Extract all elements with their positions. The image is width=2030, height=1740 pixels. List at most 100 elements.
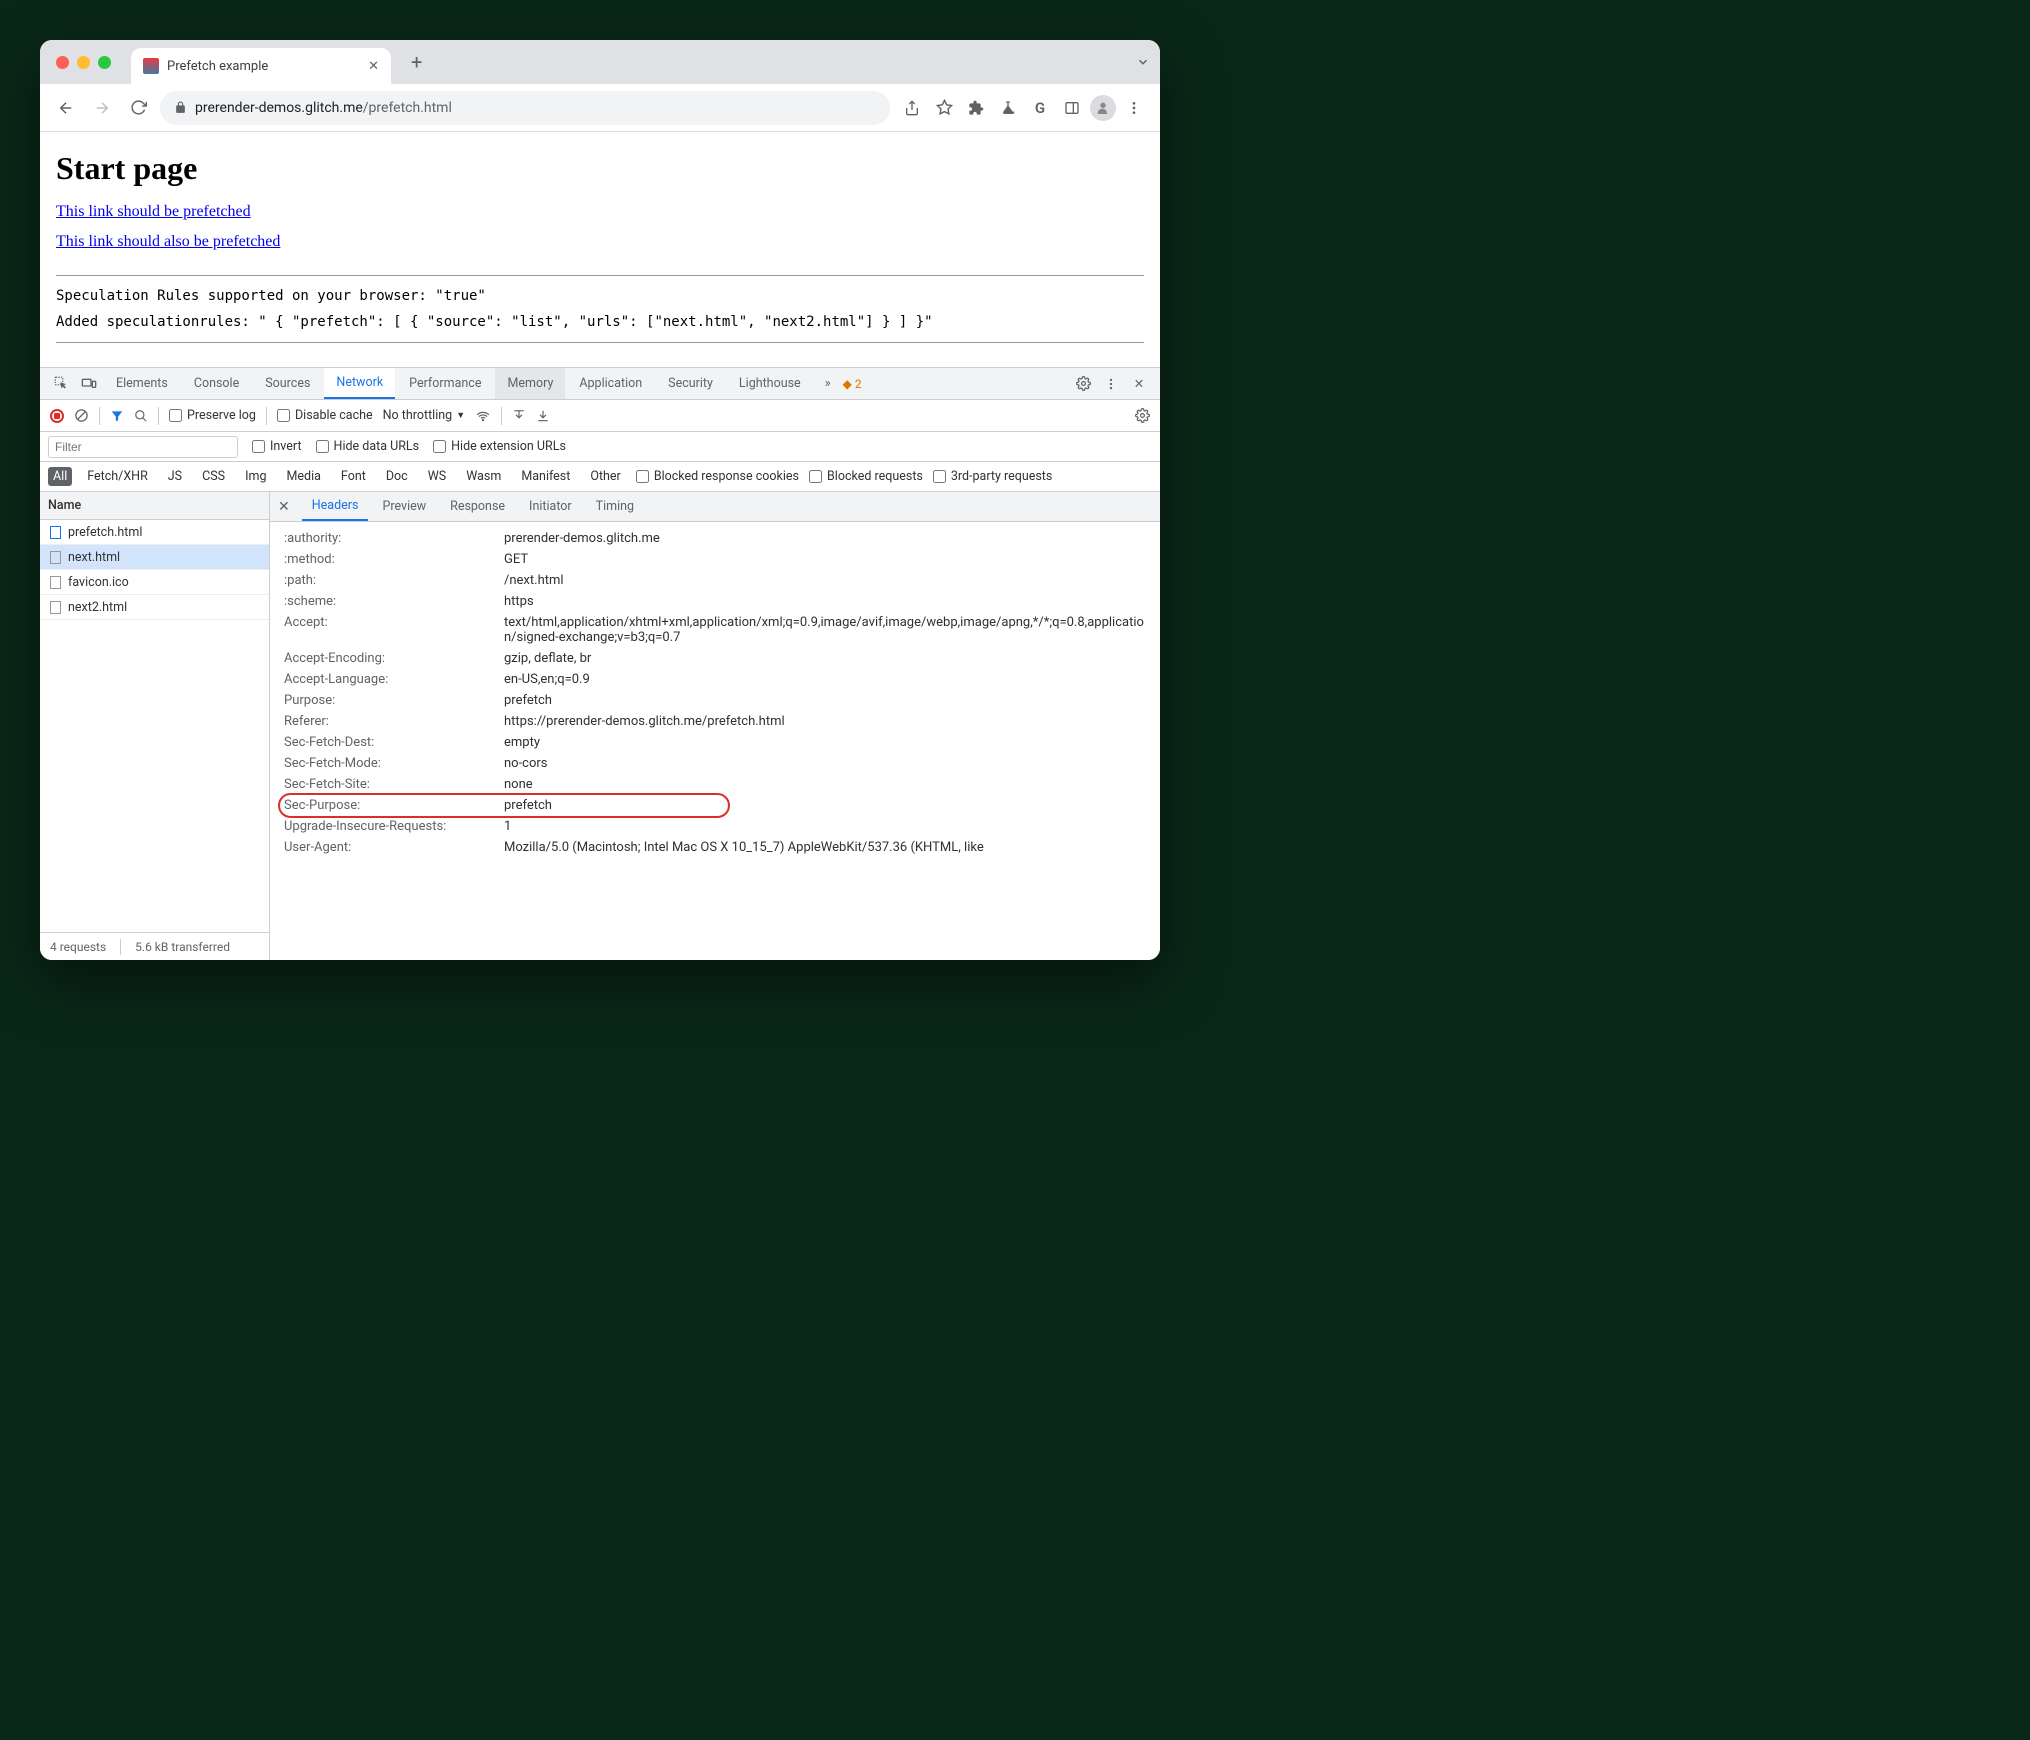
detail-tab-preview[interactable]: Preview [372,492,436,521]
prefetch-link-1[interactable]: This link should be prefetched [56,203,251,221]
type-filter-ws[interactable]: WS [423,467,452,486]
type-filter-other[interactable]: Other [585,467,625,486]
reload-button[interactable] [124,94,152,122]
panel-tab-elements[interactable]: Elements [104,368,180,399]
header-row: User-Agent:Mozilla/5.0 (Macintosh; Intel… [270,837,1160,858]
network-settings-icon[interactable] [1135,408,1150,423]
panel-tab-performance[interactable]: Performance [397,368,493,399]
close-tab-icon[interactable]: ✕ [368,59,379,74]
tabs-menu-button[interactable] [1136,55,1150,69]
blocked-cookies-checkbox[interactable]: Blocked response cookies [636,469,799,484]
header-key: Accept-Language: [284,672,504,687]
new-tab-button[interactable]: + [411,50,422,74]
detail-tab-headers[interactable]: Headers [302,492,369,521]
header-value: text/html,application/xhtml+xml,applicat… [504,615,1146,645]
request-row[interactable]: next2.html [40,595,269,620]
request-row[interactable]: next.html [40,545,269,570]
browser-toolbar: prerender-demos.glitch.me/prefetch.html … [40,84,1160,132]
forward-button[interactable] [88,94,116,122]
type-filter-js[interactable]: JS [163,467,187,486]
panel-tab-memory[interactable]: Memory [495,368,565,399]
type-filter-css[interactable]: CSS [197,467,230,486]
filter-input[interactable] [48,436,238,458]
network-conditions-icon[interactable] [475,409,491,423]
hide-data-urls-checkbox[interactable]: Hide data URLs [316,439,420,454]
minimize-window[interactable] [77,56,90,69]
type-filter-img[interactable]: Img [240,467,271,486]
panel-tab-network[interactable]: Network [324,368,395,399]
spec-support-text: Speculation Rules supported on your brow… [56,288,1144,304]
request-name: next2.html [68,600,127,615]
window-controls [56,56,111,69]
kebab-icon[interactable] [1098,377,1124,391]
inspect-icon[interactable] [48,376,74,391]
detail-tab-initiator[interactable]: Initiator [519,492,582,521]
close-devtools-icon[interactable]: ✕ [1126,376,1152,392]
header-row: :authority:prerender-demos.glitch.me [270,528,1160,549]
header-value: Mozilla/5.0 (Macintosh; Intel Mac OS X 1… [504,840,1146,855]
headers-list[interactable]: :authority:prerender-demos.glitch.me:met… [270,522,1160,960]
type-filter-wasm[interactable]: Wasm [461,467,506,486]
blocked-requests-checkbox[interactable]: Blocked requests [809,469,923,484]
type-filter-font[interactable]: Font [336,467,371,486]
panel-tab-console[interactable]: Console [182,368,251,399]
file-icon [48,600,62,614]
filter-icon[interactable] [110,409,124,423]
panel-tab-lighthouse[interactable]: Lighthouse [727,368,813,399]
bookmark-icon[interactable] [930,94,958,122]
file-icon [48,550,62,564]
document-icon [48,525,62,539]
back-button[interactable] [52,94,80,122]
google-icon[interactable]: G [1026,94,1054,122]
header-value: en-US,en;q=0.9 [504,672,1146,687]
close-window[interactable] [56,56,69,69]
settings-icon[interactable] [1070,376,1096,391]
type-filter-manifest[interactable]: Manifest [516,467,575,486]
type-filter-fetch-xhr[interactable]: Fetch/XHR [82,467,153,486]
name-column-header[interactable]: Name [40,492,269,520]
header-key: :authority: [284,531,504,546]
profile-avatar[interactable] [1090,95,1116,121]
more-panels-icon[interactable]: » [815,376,841,391]
detail-tab-response[interactable]: Response [440,492,515,521]
type-filter-all[interactable]: All [48,467,72,486]
preserve-log-checkbox[interactable]: Preserve log [169,408,256,423]
search-icon[interactable] [134,409,148,423]
panel-tab-application[interactable]: Application [567,368,654,399]
type-filter-row: All Fetch/XHR JS CSS Img Media Font Doc WS Wasm Ma… [40,462,1160,492]
close-detail-icon[interactable]: ✕ [278,499,290,515]
hide-extension-urls-checkbox[interactable]: Hide extension URLs [433,439,566,454]
header-value: prefetch [504,693,1146,708]
extensions-icon[interactable] [962,94,990,122]
page-heading: Start page [56,150,1144,187]
panel-tab-sources[interactable]: Sources [253,368,322,399]
record-button[interactable] [50,409,64,423]
menu-icon[interactable] [1120,94,1148,122]
export-har-icon[interactable] [536,409,550,423]
side-panel-icon[interactable] [1058,94,1086,122]
type-filter-doc[interactable]: Doc [381,467,413,486]
url-path: /prefetch.html [363,100,452,116]
throttling-select[interactable]: No throttling ▼ [383,408,465,423]
panel-tab-security[interactable]: Security [656,368,725,399]
address-bar[interactable]: prerender-demos.glitch.me/prefetch.html [160,91,890,125]
header-value: https [504,594,1146,609]
import-har-icon[interactable] [512,409,526,423]
clear-button[interactable] [74,408,89,423]
third-party-checkbox[interactable]: 3rd-party requests [933,469,1052,484]
request-row[interactable]: favicon.ico [40,570,269,595]
request-row[interactable]: prefetch.html [40,520,269,545]
header-key: :path: [284,573,504,588]
device-toggle-icon[interactable] [76,376,102,392]
maximize-window[interactable] [98,56,111,69]
browser-tab[interactable]: Prefetch example ✕ [131,48,391,84]
prefetch-link-2[interactable]: This link should also be prefetched [56,233,280,251]
disable-cache-checkbox[interactable]: Disable cache [277,408,373,423]
type-filter-media[interactable]: Media [281,467,325,486]
invert-checkbox[interactable]: Invert [252,439,302,454]
share-icon[interactable] [898,94,926,122]
labs-icon[interactable] [994,94,1022,122]
request-name: prefetch.html [68,525,142,540]
warnings-badge[interactable]: ◆ 2 [843,377,862,391]
detail-tab-timing[interactable]: Timing [586,492,644,521]
